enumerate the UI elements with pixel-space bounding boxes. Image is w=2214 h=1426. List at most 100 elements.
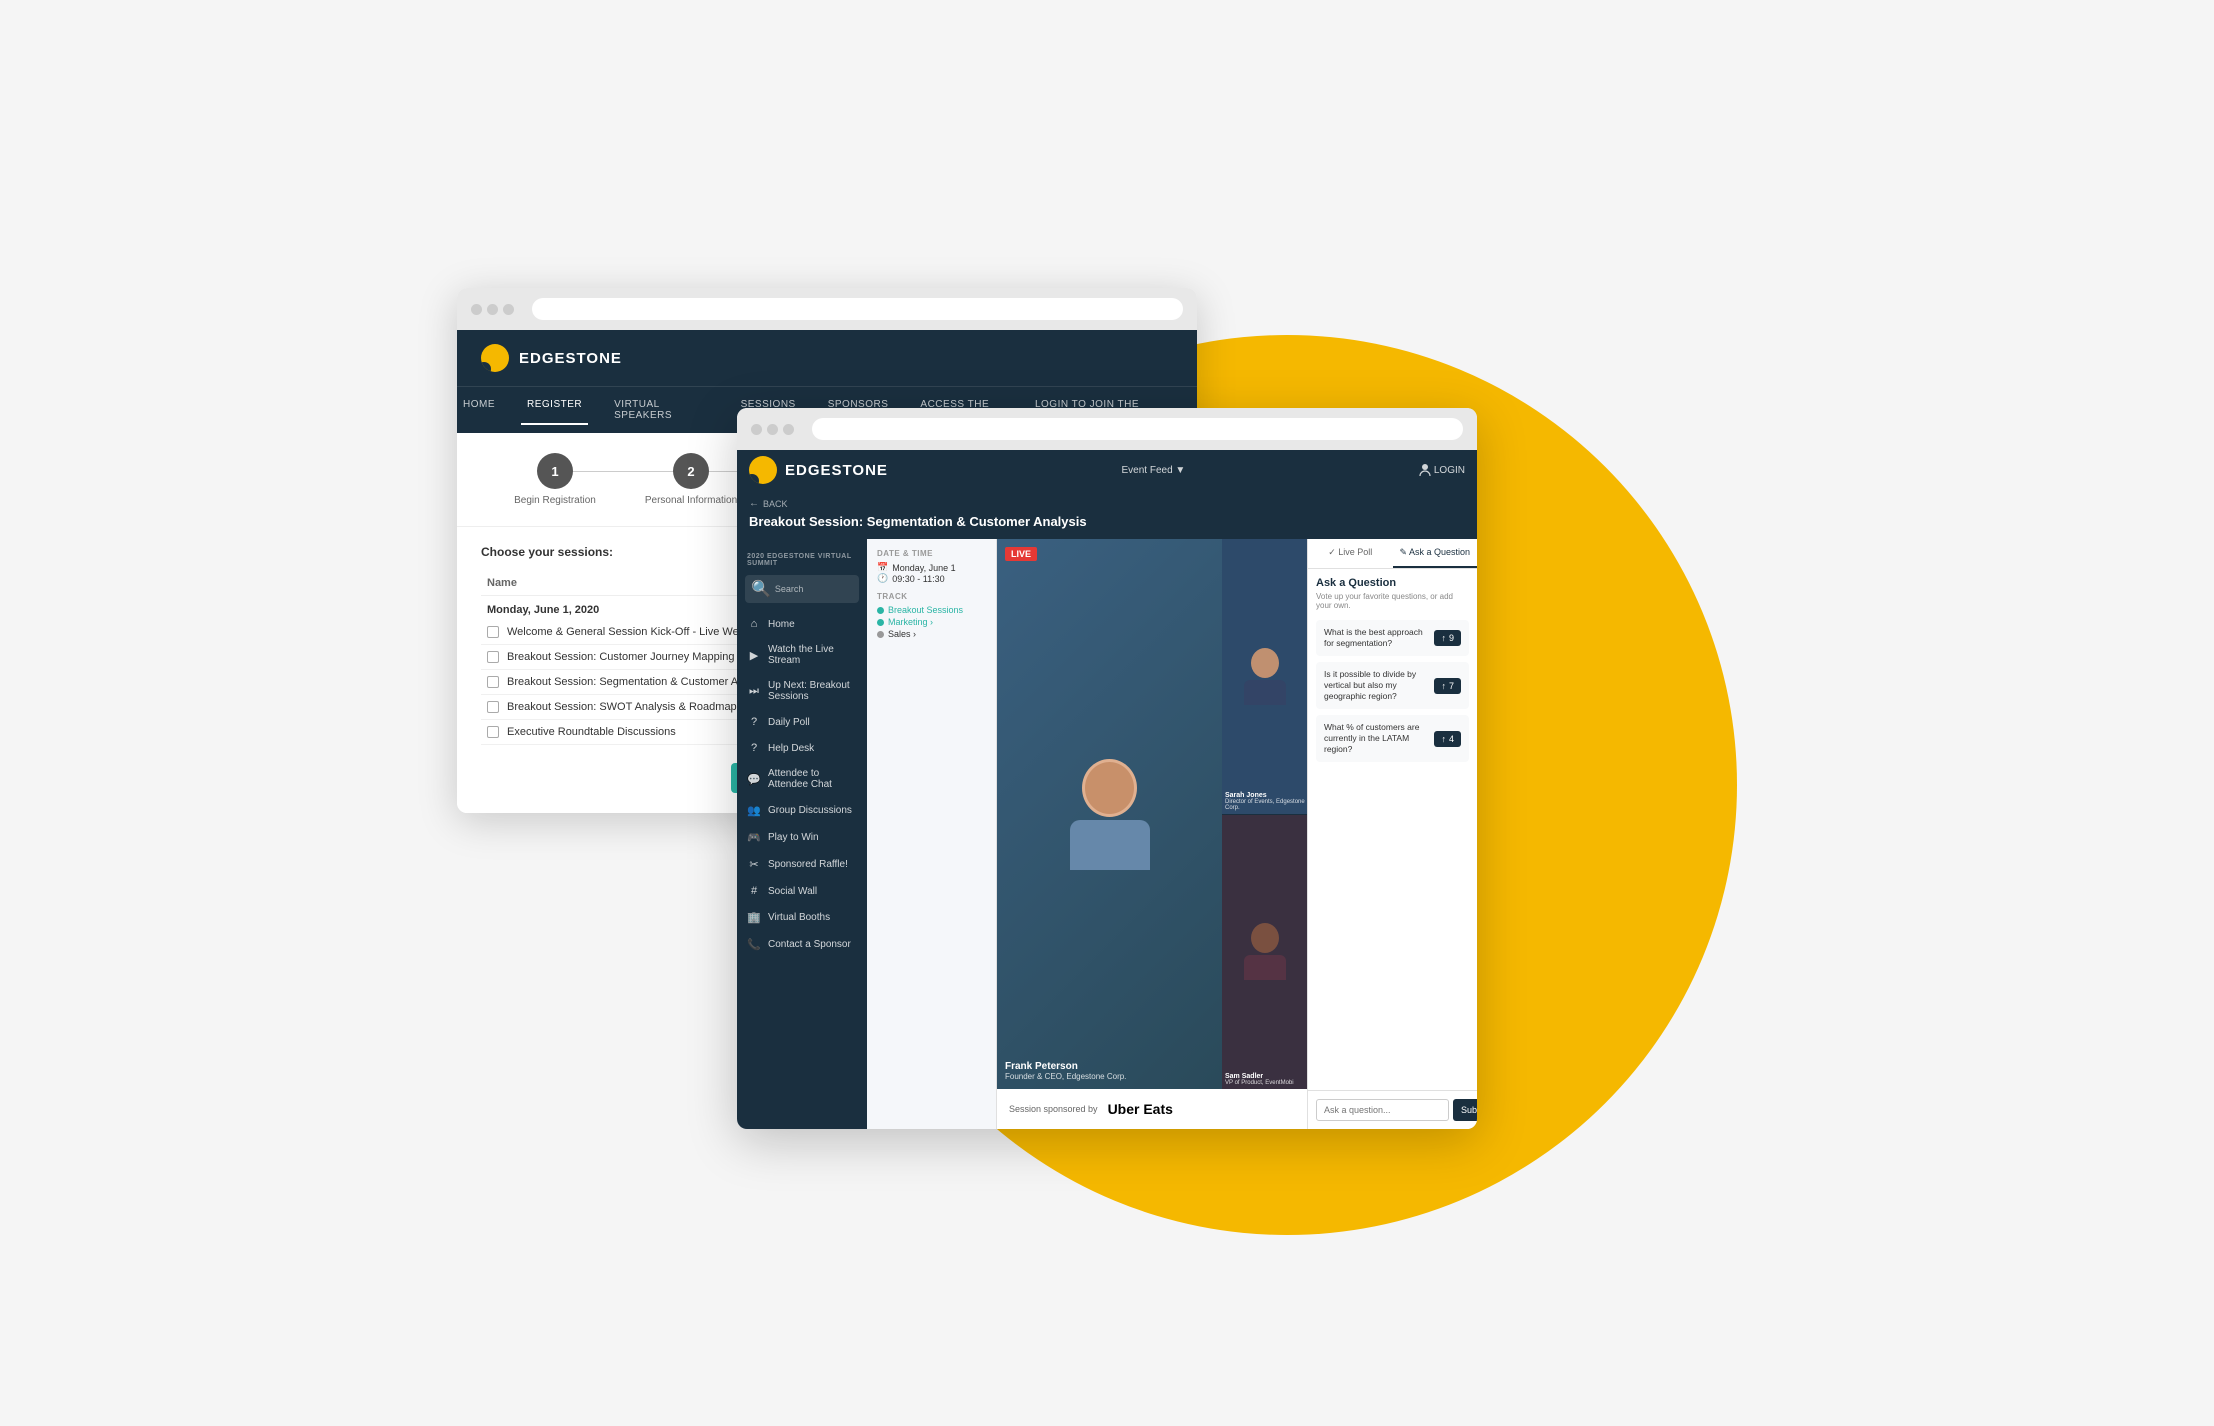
- sidebar-label-upnext: Up Next: Breakout Sessions: [768, 680, 857, 702]
- frank-figure: [1070, 759, 1150, 870]
- nav-register[interactable]: REGISTER: [521, 395, 588, 425]
- col-name: Name: [487, 577, 517, 589]
- sidebar-label-chat: Attendee to Attendee Chat: [768, 768, 857, 790]
- sidebar-label-social: Social Wall: [768, 886, 817, 897]
- question-item-1: What is the best approach for segmentati…: [1316, 620, 1469, 656]
- next-icon: ⏭: [747, 685, 761, 698]
- sam-video: Sam Sadler VP of Product, EventMobi: [1222, 815, 1307, 1090]
- sarah-body: [1244, 680, 1286, 705]
- datetime-label: DATE & TIME: [877, 549, 986, 558]
- browser-chrome-2: [737, 408, 1477, 450]
- back-label[interactable]: BACK: [763, 499, 788, 509]
- video-grid: Frank Peterson Founder & CEO, Edgestone …: [997, 539, 1307, 1089]
- edgestone-logo-icon: [481, 344, 509, 372]
- vote-button-3[interactable]: ↑ 4: [1434, 731, 1461, 747]
- sarah-head: [1251, 648, 1279, 678]
- sarah-title: Director of Events, Edgestone Corp.: [1225, 799, 1307, 811]
- minimize-dot: [487, 304, 498, 315]
- sam-name: Sam Sadler: [1225, 1073, 1294, 1080]
- sidebar-item-social[interactable]: # Social Wall: [737, 878, 867, 904]
- session-title: Breakout Session: Segmentation & Custome…: [749, 514, 1465, 529]
- maximize-dot: [503, 304, 514, 315]
- sidebar-label-play: Play to Win: [768, 832, 819, 843]
- sidebar-item-play[interactable]: 🎮 Play to Win: [737, 824, 867, 851]
- sidebar-label-poll: Daily Poll: [768, 717, 810, 728]
- sidebar-item-chat[interactable]: 💬 Attendee to Attendee Chat: [737, 761, 867, 797]
- sidebar-item-groups[interactable]: 👥 Group Discussions: [737, 797, 867, 824]
- sam-title: VP of Product, EventMobi: [1225, 1080, 1294, 1086]
- sidebar-item-raffle[interactable]: ✂ Sponsored Raffle!: [737, 851, 867, 878]
- question-item-2: Is it possible to divide by vertical but…: [1316, 662, 1469, 709]
- nav-home[interactable]: HOME: [457, 395, 501, 425]
- address-bar-2[interactable]: [812, 418, 1463, 440]
- session-name-3: Breakout Session: Segmentation & Custome…: [487, 676, 772, 688]
- app-body: DATE & TIME 📅 Monday, June 1 🕐 09:30 - 1…: [867, 539, 1477, 1129]
- sidebar-search[interactable]: 🔍 Search: [745, 575, 859, 603]
- browser-chrome-1: [457, 288, 1197, 330]
- frank-body: [1070, 820, 1150, 870]
- checkbox-1[interactable]: [487, 626, 499, 638]
- raffle-icon: ✂: [747, 858, 761, 871]
- question-text-1: What is the best approach for segmentati…: [1324, 627, 1428, 649]
- qa-subtitle: Vote up your favorite questions, or add …: [1316, 592, 1469, 610]
- back-button-row: ← BACK: [749, 498, 1465, 509]
- step-label-1: Begin Registration: [514, 495, 596, 506]
- sam-head: [1251, 923, 1279, 953]
- date-value: 📅 Monday, June 1: [877, 562, 986, 573]
- sidebar-item-upnext[interactable]: ⏭ Up Next: Breakout Sessions: [737, 673, 867, 709]
- login-button[interactable]: LOGIN: [1419, 463, 1465, 477]
- sam-figure: [1244, 923, 1286, 980]
- search-icon: 🔍: [751, 579, 771, 599]
- checkbox-5[interactable]: [487, 726, 499, 738]
- submit-question-button[interactable]: Submit: [1453, 1099, 1477, 1121]
- chat-icon: 💬: [747, 773, 761, 786]
- edgestone-logo-text: EDGESTONE: [519, 350, 622, 367]
- window-controls-2: [751, 424, 794, 435]
- address-bar-1[interactable]: [532, 298, 1183, 320]
- booths-icon: 🏢: [747, 911, 761, 924]
- qa-panel: ✓ Live Poll ✎ Ask a Question Ask a Quest…: [1307, 539, 1477, 1129]
- checkbox-4[interactable]: [487, 701, 499, 713]
- tab-ask-question[interactable]: ✎ Ask a Question: [1393, 539, 1478, 568]
- vote-button-1[interactable]: ↑ 9: [1434, 630, 1461, 646]
- app-logo-text: EDGESTONE: [785, 462, 888, 479]
- contact-icon: 📞: [747, 938, 761, 951]
- checkbox-2[interactable]: [487, 651, 499, 663]
- question-text-3: What % of customers are currently in the…: [1324, 722, 1428, 755]
- step-circle-2: 2: [673, 453, 709, 489]
- session-name-2: Breakout Session: Customer Journey Mappi…: [487, 651, 780, 663]
- scene-container: EDGESTONE HOME REGISTER VIRTUAL SPEAKERS…: [457, 288, 1757, 1138]
- maximize-dot-2: [783, 424, 794, 435]
- sidebar-item-contact[interactable]: 📞 Contact a Sponsor: [737, 931, 867, 958]
- qa-content: Ask a Question Vote up your favorite que…: [1308, 569, 1477, 1090]
- sponsor-text: Session sponsored by: [1009, 1104, 1098, 1114]
- checkbox-3[interactable]: [487, 676, 499, 688]
- sidebar-item-home[interactable]: ⌂ Home: [737, 611, 867, 637]
- track-dot-1: [877, 607, 884, 614]
- app-logo-icon: [749, 456, 777, 484]
- step-label-2: Personal Information: [645, 495, 737, 506]
- sidebar-label-raffle: Sponsored Raffle!: [768, 859, 848, 870]
- vote-button-2[interactable]: ↑ 7: [1434, 678, 1461, 694]
- event-app-browser: EDGESTONE Event Feed ▼ LOGIN ← BACK Brea…: [737, 408, 1477, 1129]
- sidebar-item-poll[interactable]: ? Daily Poll: [737, 709, 867, 735]
- sidebar-item-watch[interactable]: ▶ Watch the Live Stream: [737, 637, 867, 673]
- window-controls: [471, 304, 514, 315]
- minimize-dot-2: [767, 424, 778, 435]
- track-marketing[interactable]: Marketing ›: [877, 617, 986, 627]
- tab-live-poll[interactable]: ✓ Live Poll: [1308, 539, 1393, 568]
- sidebar-item-help[interactable]: ? Help Desk: [737, 735, 867, 761]
- track-breakout[interactable]: Breakout Sessions: [877, 605, 986, 615]
- person-icon: [1419, 463, 1431, 477]
- social-icon: #: [747, 885, 761, 897]
- poll-icon: ?: [747, 716, 761, 728]
- ask-question-input[interactable]: [1316, 1099, 1449, 1121]
- track-sales[interactable]: Sales ›: [877, 629, 986, 639]
- event-feed-button[interactable]: Event Feed ▼: [1121, 465, 1185, 476]
- help-icon: ?: [747, 742, 761, 754]
- session-info-panel: DATE & TIME 📅 Monday, June 1 🕐 09:30 - 1…: [867, 539, 997, 1129]
- nav-speakers[interactable]: VIRTUAL SPEAKERS: [608, 395, 714, 425]
- home-icon: ⌂: [747, 618, 761, 630]
- sidebar-item-booths[interactable]: 🏢 Virtual Booths: [737, 904, 867, 931]
- qa-title: Ask a Question: [1316, 577, 1469, 589]
